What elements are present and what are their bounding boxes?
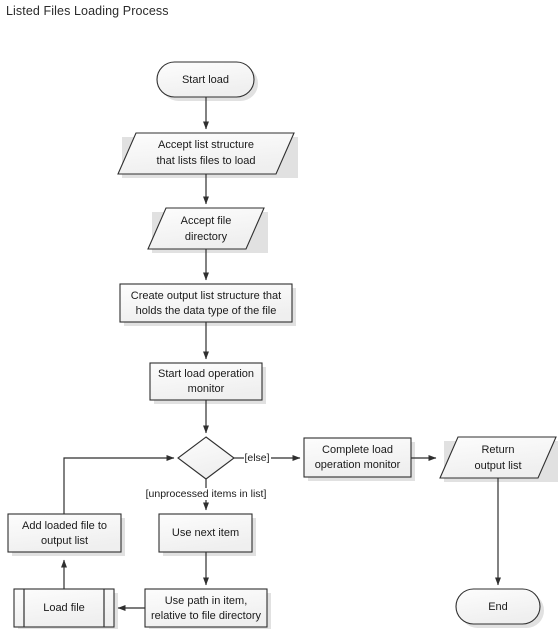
node-start-load-operation-monitor[interactable]: Start load operation monitor bbox=[149, 362, 263, 401]
use-path-label-line1: Use path in item, bbox=[165, 595, 248, 607]
accept-list-label-line2: that lists files to load bbox=[156, 155, 255, 167]
use-path-label-line2: relative to file directory bbox=[151, 610, 262, 622]
use-next-label: Use next item bbox=[172, 527, 239, 539]
start-monitor-label-line2: monitor bbox=[188, 383, 225, 395]
node-complete-load-operation-monitor[interactable]: Complete load operation monitor bbox=[303, 437, 412, 478]
node-use-next-item[interactable]: Use next item bbox=[158, 513, 253, 553]
complete-monitor-label-line2: operation monitor bbox=[315, 459, 401, 471]
start-load-label: Start load bbox=[182, 74, 229, 86]
complete-monitor-label-line1: Complete load bbox=[322, 444, 393, 456]
accept-list-label-line1: Accept list structure bbox=[158, 139, 254, 151]
edge-add-loaded-to-decision bbox=[63, 455, 175, 514]
node-accept-list-structure[interactable]: Accept list structure that lists files t… bbox=[117, 132, 295, 175]
node-decision[interactable] bbox=[177, 436, 235, 480]
add-loaded-label-line1: Add loaded file to bbox=[22, 520, 107, 532]
node-end[interactable]: End bbox=[455, 588, 541, 625]
node-accept-file-directory[interactable]: Accept file directory bbox=[147, 207, 265, 250]
node-start-load[interactable]: Start load bbox=[156, 61, 255, 98]
create-output-label-line2: holds the data type of the file bbox=[136, 305, 277, 317]
accept-dir-label-line2: directory bbox=[185, 231, 228, 243]
node-add-loaded-file[interactable]: Add loaded file to output list bbox=[7, 513, 122, 553]
end-label: End bbox=[488, 601, 508, 613]
start-monitor-label-line1: Start load operation bbox=[158, 368, 254, 380]
return-list-label-line1: Return bbox=[481, 444, 514, 456]
node-return-output-list[interactable]: Return output list bbox=[439, 436, 557, 479]
return-list-label-line2: output list bbox=[474, 460, 521, 472]
add-loaded-label-line2: output list bbox=[41, 535, 88, 547]
decision-shape bbox=[177, 436, 235, 480]
node-create-output-list[interactable]: Create output list structure that holds … bbox=[119, 283, 293, 323]
load-file-label: Load file bbox=[43, 602, 85, 614]
edge-label-else: [else] bbox=[244, 452, 269, 464]
node-load-file[interactable]: Load file bbox=[13, 588, 115, 628]
accept-dir-label-line1: Accept file bbox=[181, 215, 232, 227]
node-use-path-in-item[interactable]: Use path in item, relative to file direc… bbox=[144, 588, 268, 628]
edge-label-unprocessed-items: [unprocessed items in list] bbox=[146, 488, 267, 500]
flowchart-canvas: Start load Accept list structure that li… bbox=[7, 61, 558, 629]
create-output-label-line1: Create output list structure that bbox=[131, 290, 281, 302]
